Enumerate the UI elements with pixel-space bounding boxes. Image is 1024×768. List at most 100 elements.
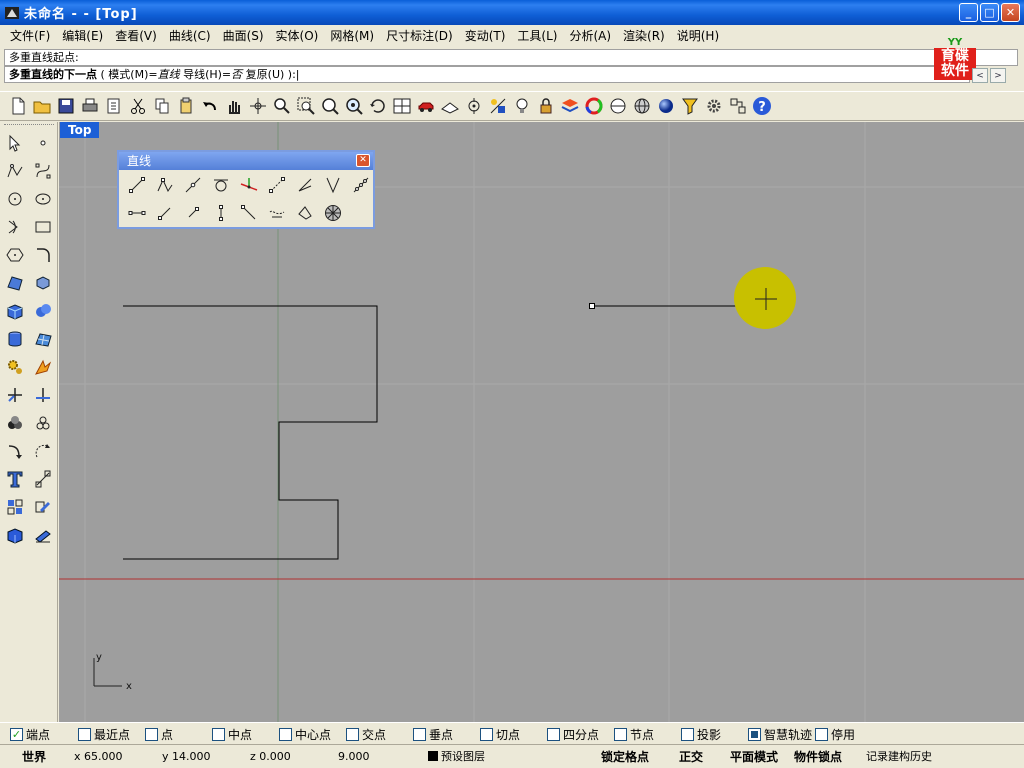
paste-icon[interactable] [174, 95, 197, 118]
status-snap[interactable]: 锁定格点 [601, 748, 649, 766]
line-extend-icon[interactable] [347, 172, 375, 198]
osnap-perpendicular-checkbox[interactable] [413, 728, 426, 741]
osnap-point[interactable]: 点 [145, 726, 173, 743]
palette-close-button[interactable]: ✕ [356, 154, 370, 167]
line-grid-sphere-icon[interactable] [319, 200, 347, 226]
text-icon[interactable] [2, 466, 28, 492]
menu-dimension[interactable]: 尺寸标注(D) [380, 27, 459, 44]
line-short-icon[interactable] [179, 200, 207, 226]
osnap-mid[interactable]: 中点 [212, 726, 252, 743]
box-solid-icon[interactable] [2, 298, 28, 324]
line-vertical-icon[interactable] [207, 200, 235, 226]
osnap-tangent-checkbox[interactable] [480, 728, 493, 741]
toolbar-layout-icon[interactable] [726, 95, 749, 118]
menu-transform[interactable]: 变动(T) [459, 27, 512, 44]
join-icon[interactable] [30, 410, 56, 436]
command-scroll-right[interactable]: > [990, 68, 1006, 83]
line-horizontal-icon[interactable] [123, 200, 151, 226]
menu-solid[interactable]: 实体(O) [270, 27, 325, 44]
osnap-project-checkbox[interactable] [681, 728, 694, 741]
select-filter-icon[interactable] [678, 95, 701, 118]
line-angled-icon[interactable] [263, 172, 291, 198]
status-cplane[interactable]: 世界 [22, 748, 46, 766]
fillet-curve-icon[interactable] [30, 242, 56, 268]
minimize-button[interactable]: _ [959, 3, 978, 22]
cylinder-icon[interactable] [2, 326, 28, 352]
cut-icon[interactable] [126, 95, 149, 118]
command-option-undo[interactable]: 复原(U) ): [242, 68, 296, 81]
polyline-icon[interactable] [151, 172, 179, 198]
osnap-icon[interactable] [486, 95, 509, 118]
render-sphere-icon[interactable] [654, 95, 677, 118]
line-chamfer-icon[interactable] [291, 200, 319, 226]
mesh-icon[interactable] [30, 326, 56, 352]
status-ortho[interactable]: 正交 [679, 748, 703, 766]
menu-help[interactable]: 说明(H) [671, 27, 725, 44]
osnap-intersection[interactable]: 交点 [346, 726, 386, 743]
transform-gear-icon[interactable] [2, 354, 28, 380]
split-icon[interactable] [30, 382, 56, 408]
osnap-disable[interactable]: 停用 [815, 726, 855, 743]
select-arrow-icon[interactable] [2, 130, 28, 156]
zoom-extents-icon[interactable] [318, 95, 341, 118]
undo-icon[interactable] [198, 95, 221, 118]
drafting-icon[interactable] [30, 522, 56, 548]
line-from-midpoint-icon[interactable] [179, 172, 207, 198]
four-viewports-icon[interactable] [390, 95, 413, 118]
shaded-icon[interactable] [630, 95, 653, 118]
maximize-button[interactable]: □ [980, 3, 999, 22]
lock-icon[interactable] [534, 95, 557, 118]
light-bulb-icon[interactable] [510, 95, 533, 118]
print-icon[interactable] [78, 95, 101, 118]
close-button[interactable]: ✕ [1001, 3, 1020, 22]
menu-curve[interactable]: 曲线(C) [163, 27, 217, 44]
point-icon[interactable] [30, 130, 56, 156]
copy-icon[interactable] [150, 95, 173, 118]
osnap-knot[interactable]: 节点 [614, 726, 654, 743]
menu-file[interactable]: 文件(F) [4, 27, 56, 44]
status-planar[interactable]: 平面模式 [730, 748, 778, 766]
osnap-quad-checkbox[interactable] [547, 728, 560, 741]
osnap-center-checkbox[interactable] [279, 728, 292, 741]
viewport-label[interactable]: Top [60, 122, 100, 138]
zoom-window-icon[interactable] [294, 95, 317, 118]
command-option-guide[interactable]: 否 [231, 68, 242, 81]
osnap-near-checkbox[interactable] [78, 728, 91, 741]
menu-tools[interactable]: 工具(L) [511, 27, 563, 44]
group-icon[interactable] [2, 410, 28, 436]
new-file-icon[interactable] [6, 95, 29, 118]
line-diagonal-icon[interactable] [151, 200, 179, 226]
osnap-near[interactable]: 最近点 [78, 726, 130, 743]
menu-analyze[interactable]: 分析(A) [563, 27, 617, 44]
polygon-icon[interactable] [2, 242, 28, 268]
help-icon[interactable]: ? [750, 95, 773, 118]
color-wheel-icon[interactable] [582, 95, 605, 118]
edit-point-icon[interactable] [30, 494, 56, 520]
zoom-dynamic-icon[interactable] [270, 95, 293, 118]
menu-surface[interactable]: 曲面(S) [217, 27, 270, 44]
status-layer[interactable]: 预设图层 [428, 748, 485, 766]
move-icon[interactable] [2, 438, 28, 464]
osnap-project[interactable]: 投影 [681, 726, 721, 743]
rectangle-icon[interactable] [30, 214, 56, 240]
arc-icon[interactable] [2, 214, 28, 240]
osnap-mid-checkbox[interactable] [212, 728, 225, 741]
block-icon[interactable] [2, 494, 28, 520]
osnap-center[interactable]: 中心点 [279, 726, 331, 743]
line-bisector-icon[interactable] [291, 172, 319, 198]
rotate-icon[interactable] [30, 438, 56, 464]
command-option-mode[interactable]: 直线 [158, 68, 180, 81]
open-folder-icon[interactable] [30, 95, 53, 118]
osnap-quad[interactable]: 四分点 [547, 726, 599, 743]
line-tangent-circle-icon[interactable] [207, 172, 235, 198]
cplane-icon[interactable] [438, 95, 461, 118]
osnap-point-checkbox[interactable] [145, 728, 158, 741]
line-curve-offset-icon[interactable] [263, 200, 291, 226]
osnap-tangent[interactable]: 切点 [480, 726, 520, 743]
osnap-disable-checkbox[interactable] [815, 728, 828, 741]
car-render-icon[interactable] [414, 95, 437, 118]
rhino-app-icon[interactable] [4, 5, 20, 21]
options-gear-icon[interactable] [702, 95, 725, 118]
rotate-view-icon[interactable] [246, 95, 269, 118]
polyline-icon[interactable] [2, 158, 28, 184]
